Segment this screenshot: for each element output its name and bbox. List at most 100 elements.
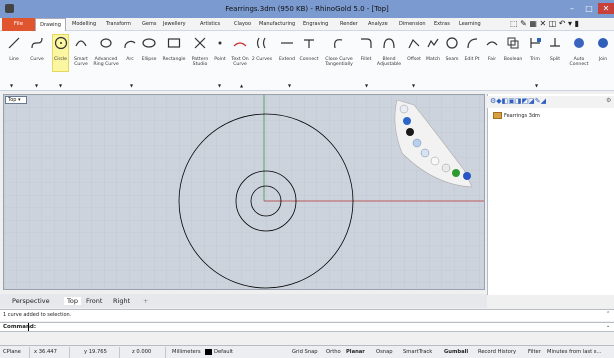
tab-perspective[interactable]: Perspective — [12, 297, 50, 305]
minimize-icon[interactable]: – — [565, 3, 579, 14]
radial-menu-button[interactable] — [441, 163, 451, 173]
point-tool-button[interactable]: Point — [212, 33, 228, 81]
chevron-down-icon[interactable]: ⌄ — [606, 323, 610, 329]
radial-menu-button[interactable] — [406, 128, 414, 136]
status-units[interactable]: Millimeters — [172, 349, 201, 355]
menu-gems[interactable]: Gems — [142, 21, 156, 27]
command-history: 1 curve added to selection. ⌃ — [0, 309, 614, 321]
toggle-ortho[interactable]: Ortho — [326, 349, 341, 355]
panel-settings-icon[interactable]: ⚙ — [606, 97, 611, 104]
chevron-down-icon[interactable]: ▼ — [130, 83, 133, 88]
extend-tool-button[interactable]: Extend — [277, 33, 297, 81]
fair-tool-button[interactable]: Fair — [484, 33, 500, 81]
toggle-smarttrack[interactable]: SmartTrack — [403, 349, 432, 355]
radial-menu-button[interactable] — [412, 138, 422, 148]
chevron-down-icon[interactable]: ▼ — [59, 83, 62, 88]
menu-manufacturing[interactable]: Manufacturing — [259, 21, 295, 27]
add-viewport-icon[interactable]: + — [143, 297, 148, 305]
line-tool-button[interactable]: Line — [4, 33, 24, 81]
circle-tool-button[interactable]: Circle — [51, 33, 70, 81]
tab-front[interactable]: Front — [86, 297, 102, 305]
match-tool-button[interactable]: Match — [424, 33, 442, 81]
panel-tool-icons[interactable]: ⚙◆◧▣◨◩◪✎◢ — [490, 97, 546, 105]
two-curves-button[interactable]: 2 Curves — [252, 33, 272, 81]
menu-dimension[interactable]: Dimension — [399, 21, 426, 27]
chevron-down-icon[interactable]: ▼ — [35, 83, 38, 88]
edit-pt-button[interactable]: Edit Pt — [462, 33, 482, 81]
advanced-ring-curve-button[interactable]: Advanced Ring Curve — [92, 33, 120, 81]
radial-menu-button[interactable] — [399, 104, 409, 114]
close-curve-button[interactable]: Close Curve Tangentially — [321, 33, 357, 81]
status-layer[interactable]: Default — [214, 349, 233, 355]
toggle-planar[interactable]: Planar — [346, 349, 365, 355]
toolbar-icons[interactable]: ⬚ ✎ ▦ ✕ ◫ ↶ ▾ ▮ — [510, 19, 579, 28]
radial-menu-button[interactable] — [452, 169, 460, 177]
smart-curve-icon — [75, 40, 87, 47]
menu-jewellery[interactable]: Jewellery — [163, 21, 186, 27]
tab-top[interactable]: Top — [64, 297, 81, 305]
menu-analyze[interactable]: Analyze — [368, 21, 388, 27]
layer-color-swatch[interactable] — [205, 349, 212, 355]
menu-clayoo[interactable]: Clayoo — [234, 21, 251, 27]
chevron-down-icon[interactable]: ▼ — [365, 83, 368, 88]
toggle-grid-snap[interactable]: Grid Snap — [292, 349, 318, 355]
chevron-down-icon[interactable]: ▲ — [240, 83, 243, 88]
menu-render[interactable]: Render — [340, 21, 358, 27]
status-cplane[interactable]: CPlane — [3, 349, 21, 355]
menu-learning[interactable]: Learning — [459, 21, 481, 27]
offset-tool-button[interactable]: Offset — [405, 33, 423, 81]
chevron-down-icon[interactable]: ▼ — [412, 83, 415, 88]
chevron-down-icon[interactable]: ▼ — [10, 83, 13, 88]
arc-icon — [124, 40, 136, 49]
top-viewport[interactable] — [3, 94, 485, 290]
chevron-down-icon[interactable]: ▼ — [288, 83, 291, 88]
toggle-gumball[interactable]: Gumball — [444, 349, 468, 355]
maximize-icon[interactable]: □ — [582, 3, 596, 14]
arc-tool-button[interactable]: Arc — [122, 33, 138, 81]
seam-icon — [446, 37, 458, 49]
layers-panel — [487, 94, 614, 295]
radial-menu-button[interactable] — [430, 156, 440, 166]
close-icon[interactable]: ✕ — [598, 3, 614, 14]
boolean-tool-button[interactable]: Boolean — [502, 33, 524, 81]
pattern-studio-button[interactable]: Pattern Studio — [189, 33, 211, 81]
layer-item[interactable]: Fearrings 3dm — [504, 113, 540, 119]
menu-engraving[interactable]: Engraving — [303, 21, 328, 27]
chevron-up-icon[interactable]: ⌃ — [606, 311, 610, 317]
menu-artistics[interactable]: Artistics — [200, 21, 220, 27]
status-z: z 0.000 — [132, 349, 152, 355]
curve-tool-button[interactable]: Curve — [27, 33, 47, 81]
split-tool-button[interactable]: Split — [546, 33, 564, 81]
menu-transform[interactable]: Transform — [106, 21, 131, 27]
trim-tool-button[interactable]: Trim — [526, 33, 544, 81]
chevron-down-icon[interactable]: ▼ — [218, 83, 221, 88]
viewport-canvas[interactable] — [4, 95, 485, 290]
menu-file[interactable]: File — [2, 18, 35, 31]
blend-adjustable-button[interactable]: Blend Adjustable — [375, 33, 403, 81]
viewport-label[interactable]: Top ▾ — [5, 96, 27, 104]
command-line[interactable]: Command: ⌄ — [0, 322, 614, 332]
tab-right[interactable]: Right — [113, 297, 130, 305]
ellipse-tool-button[interactable]: Ellipse — [139, 33, 159, 81]
fillet-tool-button[interactable]: Fillet — [358, 33, 374, 81]
menu-extras[interactable]: Extras — [434, 21, 450, 27]
toggle-osnap[interactable]: Osnap — [376, 349, 393, 355]
chevron-down-icon[interactable]: ▼ — [535, 83, 538, 88]
toggle-record-history[interactable]: Record History — [478, 349, 516, 355]
toggle-filter[interactable]: Filter — [528, 349, 541, 355]
close-curve-icon — [334, 39, 343, 49]
status-info[interactable]: Minutes from last s... — [547, 349, 601, 355]
menu-modelling[interactable]: Modelling — [72, 21, 96, 27]
radial-menu-button[interactable] — [420, 148, 430, 158]
radial-menu-button[interactable] — [403, 117, 411, 125]
connect-tool-button[interactable]: Connect — [298, 33, 320, 81]
circle-icon — [54, 36, 67, 50]
text-on-curve-button[interactable]: Text On Curve — [229, 33, 251, 81]
smart-curve-button[interactable]: Smart Curve — [71, 33, 91, 81]
menu-drawing[interactable]: Drawing — [35, 18, 66, 31]
rectangle-tool-button[interactable]: Rectangle — [160, 33, 188, 81]
join-tool-button[interactable]: Join — [594, 33, 612, 81]
seam-tool-button[interactable]: Seam — [443, 33, 461, 81]
radial-menu-button[interactable] — [463, 172, 471, 180]
auto-connect-button[interactable]: Auto Connect — [566, 33, 592, 81]
